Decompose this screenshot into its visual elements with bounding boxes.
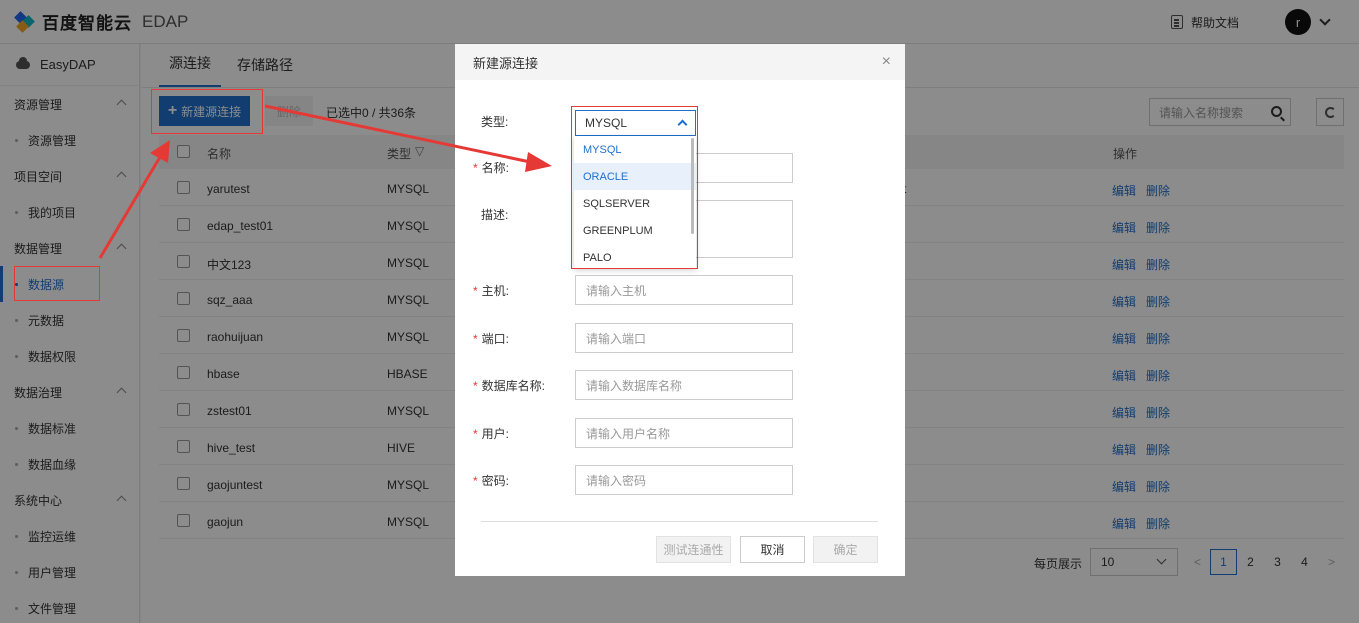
required-mark: * xyxy=(473,161,478,175)
close-icon[interactable]: × xyxy=(882,53,891,71)
password-label-text: 密码: xyxy=(481,474,510,488)
user-input[interactable]: 请输入用户名称 xyxy=(575,418,793,448)
dialog-title: 新建源连接 xyxy=(473,55,539,71)
password-placeholder: 请输入密码 xyxy=(586,473,647,488)
port-input[interactable]: 请输入端口 xyxy=(575,323,793,353)
host-input[interactable]: 请输入主机 xyxy=(575,275,793,305)
dbname-label-text: 数据库名称: xyxy=(481,379,546,393)
password-label: * 密码: xyxy=(473,472,509,489)
ok-button[interactable]: 确定 xyxy=(813,536,878,563)
name-label-text: 名称: xyxy=(481,161,510,175)
annotation-box-datasource xyxy=(14,266,100,301)
cancel-button[interactable]: 取消 xyxy=(740,536,805,563)
annotation-box-new-button xyxy=(151,89,263,134)
annotation-box-type-dropdown xyxy=(571,106,698,269)
port-label-text: 端口: xyxy=(481,332,510,346)
host-label-text: 主机: xyxy=(481,284,510,298)
test-connection-button[interactable]: 测试连通性 xyxy=(656,536,731,563)
name-label: * 名称: xyxy=(473,159,509,176)
desc-label: 描述: xyxy=(481,208,509,222)
user-label: * 用户: xyxy=(473,425,509,442)
dbname-label: * 数据库名称: xyxy=(473,377,545,394)
required-mark: * xyxy=(473,474,478,488)
user-label-text: 用户: xyxy=(481,427,510,441)
dbname-placeholder: 请输入数据库名称 xyxy=(586,378,683,393)
user-placeholder: 请输入用户名称 xyxy=(586,426,671,441)
dialog-header: 新建源连接 × xyxy=(455,44,905,80)
host-placeholder: 请输入主机 xyxy=(586,283,647,298)
new-connection-dialog: 新建源连接 × 类型: * 名称: 描述: * 主机: 请输入主机 * 端口: 请输入… xyxy=(455,44,905,576)
host-label: * 主机: xyxy=(473,282,509,299)
required-mark: * xyxy=(473,427,478,441)
required-mark: * xyxy=(473,332,478,346)
required-mark: * xyxy=(473,284,478,298)
port-placeholder: 请输入端口 xyxy=(586,331,647,346)
port-label: * 端口: xyxy=(473,330,509,347)
password-input[interactable]: 请输入密码 xyxy=(575,465,793,495)
type-label: 类型: xyxy=(481,115,509,129)
required-mark: * xyxy=(473,379,478,393)
dialog-divider xyxy=(481,521,878,522)
dbname-input[interactable]: 请输入数据库名称 xyxy=(575,370,793,400)
